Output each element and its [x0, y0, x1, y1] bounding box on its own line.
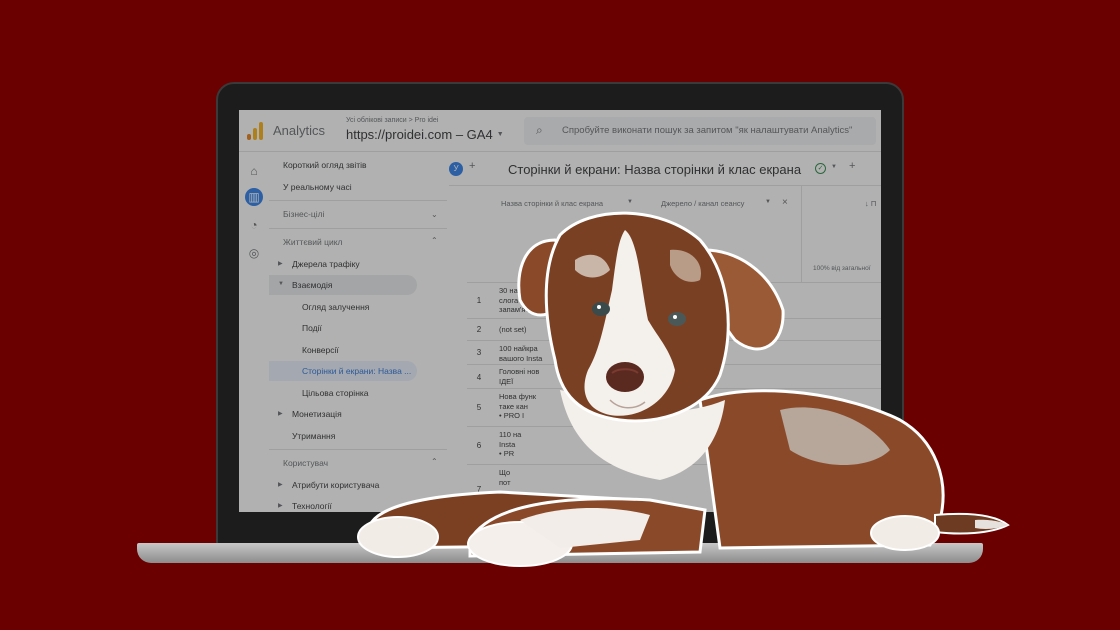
puppy-body — [357, 389, 1010, 567]
puppy-head — [517, 211, 785, 423]
puppy-image — [357, 211, 1010, 567]
